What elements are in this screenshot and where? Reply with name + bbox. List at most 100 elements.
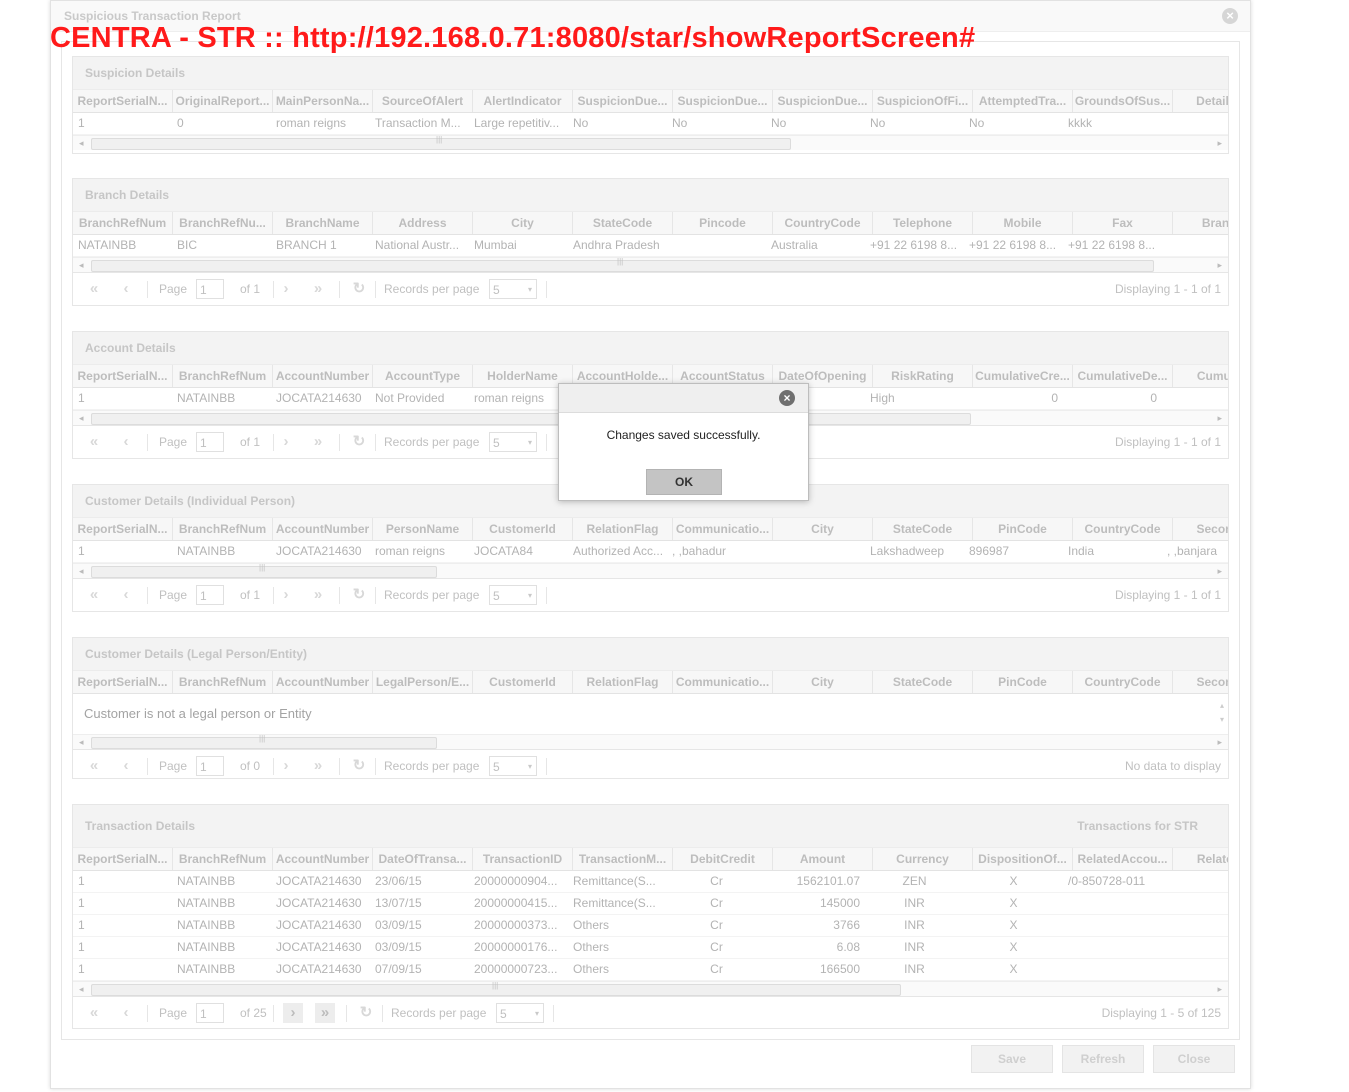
column-header[interactable]: AccountNumber <box>273 848 373 870</box>
ok-button[interactable]: OK <box>646 469 722 495</box>
column-header[interactable]: DateOfTransa... <box>373 848 473 870</box>
last-page-icon[interactable]: » <box>308 279 328 299</box>
last-page-icon[interactable]: » <box>308 432 328 452</box>
column-header[interactable]: Telephone <box>873 212 973 234</box>
table-row[interactable]: 1 NATAINBB JOCATA214630 03/09/15 20000000176… <box>73 937 1228 959</box>
first-page-icon[interactable]: « <box>84 1003 104 1023</box>
column-header[interactable]: AccountNumber <box>273 671 373 693</box>
column-header[interactable]: MainPersonNa... <box>273 90 373 112</box>
column-header[interactable]: SecondA <box>1173 518 1228 540</box>
column-header[interactable]: BranchRefNum <box>173 365 273 387</box>
column-header[interactable]: BranchRefNum <box>73 212 173 234</box>
dialog-close-icon[interactable]: × <box>779 390 795 406</box>
next-page-icon[interactable]: › <box>276 756 296 776</box>
scroll-right-icon[interactable]: ▸ <box>1217 136 1222 150</box>
horizontal-scrollbar[interactable]: ◂ ||| ▸ <box>73 257 1228 272</box>
first-page-icon[interactable]: « <box>84 756 104 776</box>
column-header[interactable]: AttemptedTra... <box>973 90 1073 112</box>
table-row[interactable]: 1 NATAINBB JOCATA214630 roman reigns JOCATA8… <box>73 541 1228 563</box>
column-header[interactable]: CountryCode <box>773 212 873 234</box>
records-per-page-select[interactable]: 5 ▾ <box>489 432 537 452</box>
last-page-icon[interactable]: » <box>308 585 328 605</box>
horizontal-scrollbar[interactable]: ◂ ||| ▸ <box>73 981 1228 996</box>
column-header[interactable]: SuspicionOfFi... <box>873 90 973 112</box>
refresh-button[interactable]: Refresh <box>1062 1045 1144 1073</box>
scroll-left-icon[interactable]: ◂ <box>79 411 84 425</box>
last-page-icon[interactable]: » <box>308 756 328 776</box>
column-header[interactable]: SuspicionDue... <box>673 90 773 112</box>
column-header[interactable]: PersonName <box>373 518 473 540</box>
prev-page-icon[interactable]: ‹ <box>116 279 136 299</box>
scroll-right-icon[interactable]: ▸ <box>1217 411 1222 425</box>
refresh-icon[interactable]: ↻ <box>349 756 369 776</box>
records-per-page-select[interactable]: 5 ▾ <box>489 585 537 605</box>
column-header[interactable]: CustomerId <box>473 671 573 693</box>
column-header[interactable]: Cumulati <box>1173 365 1228 387</box>
column-header[interactable]: TransactionM... <box>573 848 673 870</box>
column-header[interactable]: Branch <box>1173 212 1228 234</box>
column-header[interactable]: StateCode <box>873 671 973 693</box>
column-header[interactable]: Pincode <box>673 212 773 234</box>
column-header[interactable]: CumulativeCre... <box>973 365 1073 387</box>
first-page-icon[interactable]: « <box>84 585 104 605</box>
column-header[interactable]: AccountType <box>373 365 473 387</box>
next-page-icon[interactable]: › <box>283 1003 303 1023</box>
column-header[interactable]: PinCode <box>973 671 1073 693</box>
column-header[interactable]: ReportSerialN... <box>73 848 173 870</box>
refresh-icon[interactable]: ↻ <box>349 279 369 299</box>
column-header[interactable]: City <box>773 518 873 540</box>
column-header[interactable]: SourceOfAlert <box>373 90 473 112</box>
records-per-page-select[interactable]: 5 ▾ <box>489 756 537 776</box>
column-header[interactable]: CountryCode <box>1073 518 1173 540</box>
next-page-icon[interactable]: › <box>276 432 296 452</box>
column-header[interactable]: SuspicionDue... <box>573 90 673 112</box>
prev-page-icon[interactable]: ‹ <box>116 585 136 605</box>
column-header[interactable]: CountryCode <box>1073 671 1173 693</box>
table-row[interactable]: 1 NATAINBB JOCATA214630 23/06/15 20000000904… <box>73 871 1228 893</box>
table-row[interactable]: 1 NATAINBB JOCATA214630 03/09/15 20000000373… <box>73 915 1228 937</box>
column-header[interactable]: AlertIndicator <box>473 90 573 112</box>
column-header[interactable]: SecondA <box>1173 671 1228 693</box>
scroll-thumb[interactable] <box>91 413 971 425</box>
column-header[interactable]: ReportSerialN... <box>73 671 173 693</box>
page-number-input[interactable]: 1 <box>196 585 224 605</box>
scroll-left-icon[interactable]: ◂ <box>79 982 84 996</box>
column-header[interactable]: Currency <box>873 848 973 870</box>
next-page-icon[interactable]: › <box>276 279 296 299</box>
column-header[interactable]: RelatedAccou... <box>1073 848 1173 870</box>
column-header[interactable]: TransactionID <box>473 848 573 870</box>
column-header[interactable]: City <box>773 671 873 693</box>
prev-page-icon[interactable]: ‹ <box>116 432 136 452</box>
horizontal-scrollbar[interactable]: ◂ ||| ▸ <box>73 734 1228 749</box>
column-header[interactable]: SuspicionDue... <box>773 90 873 112</box>
scroll-right-icon[interactable]: ▸ <box>1217 258 1222 272</box>
column-header[interactable]: ReportSerialN... <box>73 365 173 387</box>
column-header[interactable]: RelationFlag <box>573 518 673 540</box>
save-button[interactable]: Save <box>971 1045 1053 1073</box>
column-header[interactable]: RiskRating <box>873 365 973 387</box>
column-header[interactable]: Mobile <box>973 212 1073 234</box>
table-row[interactable]: 1 NATAINBB JOCATA214630 13/07/15 20000000415… <box>73 893 1228 915</box>
column-header[interactable]: RelationFlag <box>573 671 673 693</box>
column-header[interactable]: CustomerId <box>473 518 573 540</box>
prev-page-icon[interactable]: ‹ <box>116 756 136 776</box>
column-header[interactable]: BranchRefNum <box>173 518 273 540</box>
column-header[interactable]: ReportSerialN... <box>73 90 173 112</box>
column-header[interactable]: Communicatio... <box>673 518 773 540</box>
column-header[interactable]: AccountNumber <box>273 518 373 540</box>
refresh-icon[interactable]: ↻ <box>349 585 369 605</box>
column-header[interactable]: GroundsOfSus... <box>1073 90 1173 112</box>
column-header[interactable]: BranchRefNum <box>173 671 273 693</box>
table-row[interactable]: NATAINBB BIC BRANCH 1 National Austr... Mumb… <box>73 235 1228 257</box>
column-header[interactable]: BranchName <box>273 212 373 234</box>
records-per-page-select[interactable]: 5 ▾ <box>496 1003 544 1023</box>
column-header[interactable]: PinCode <box>973 518 1073 540</box>
refresh-icon[interactable]: ↻ <box>356 1003 376 1023</box>
window-close-icon[interactable]: × <box>1222 8 1238 24</box>
page-number-input[interactable]: 1 <box>196 1003 224 1023</box>
column-header[interactable]: DebitCredit <box>673 848 773 870</box>
table-row[interactable]: 1 NATAINBB JOCATA214630 07/09/15 20000000723… <box>73 959 1228 981</box>
column-header[interactable]: City <box>473 212 573 234</box>
column-header[interactable]: Fax <box>1073 212 1173 234</box>
scroll-left-icon[interactable]: ◂ <box>79 564 84 578</box>
